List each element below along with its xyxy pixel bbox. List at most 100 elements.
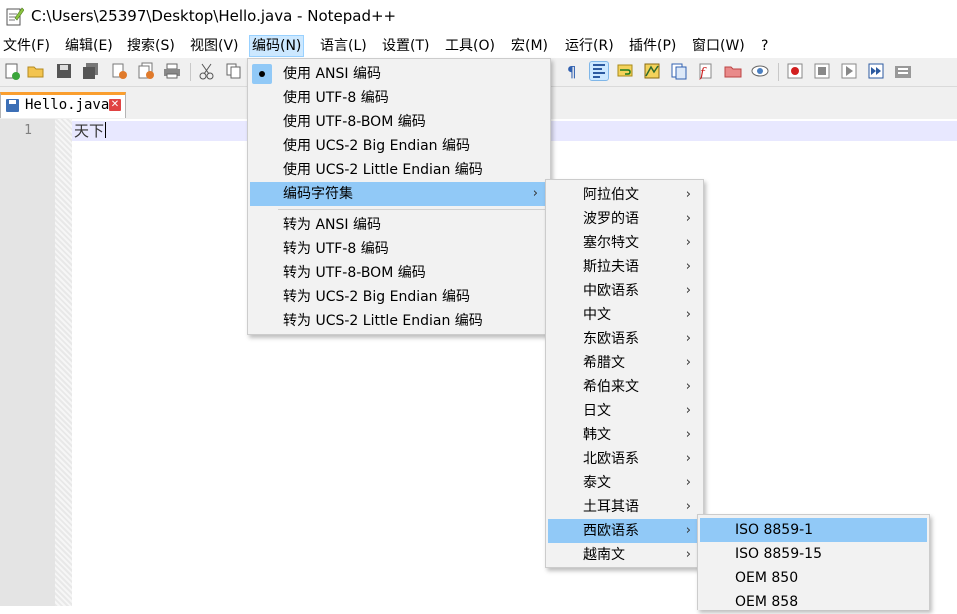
- menu-item-use-utf8-bom[interactable]: 使用 UTF-8-BOM 编码: [250, 110, 548, 134]
- selected-bullet-icon: [252, 64, 272, 84]
- menu-item-label: ISO 8859-1: [735, 522, 814, 538]
- toolbar-separator: [778, 63, 779, 81]
- menu-item-label: 斯拉夫语: [583, 259, 639, 275]
- submenu-arrow-icon: ›: [685, 427, 691, 442]
- menu-item-label: OEM 850: [735, 570, 799, 586]
- menu-window[interactable]: 窗口(W): [690, 36, 747, 56]
- charset-north-european[interactable]: 北欧语系 ›: [548, 447, 701, 471]
- submenu-arrow-icon: ›: [685, 187, 691, 202]
- show-all-characters-icon[interactable]: ¶: [563, 62, 581, 80]
- submenu-arrow-icon: ›: [685, 451, 691, 466]
- charset-korean[interactable]: 韩文 ›: [548, 423, 701, 447]
- window-title: C:\Users\25397\Desktop\Hello.java - Note…: [31, 7, 397, 25]
- encoding-iso-8859-1[interactable]: ISO 8859-1: [700, 518, 927, 542]
- close-icon[interactable]: [110, 62, 128, 80]
- menu-item-convert-utf8[interactable]: 转为 UTF-8 编码: [250, 237, 548, 261]
- charset-celtic[interactable]: 塞尔特文 ›: [548, 231, 701, 255]
- menu-search[interactable]: 搜索(S): [125, 36, 177, 56]
- menu-item-label: 希伯来文: [583, 379, 639, 395]
- menu-language[interactable]: 语言(L): [318, 36, 369, 56]
- charset-central-european[interactable]: 中欧语系 ›: [548, 279, 701, 303]
- editor-line[interactable]: 天下: [74, 121, 107, 141]
- stop-macro-icon[interactable]: [813, 62, 831, 80]
- monitoring-icon[interactable]: [751, 62, 769, 80]
- menu-item-convert-ansi[interactable]: 转为 ANSI 编码: [250, 213, 548, 237]
- encoding-oem-858[interactable]: OEM 858: [700, 590, 927, 614]
- run-macro-multiple-icon[interactable]: [867, 62, 885, 80]
- menu-edit[interactable]: 编辑(E): [63, 36, 115, 56]
- open-file-icon[interactable]: [27, 62, 45, 80]
- charset-eastern-european[interactable]: 东欧语系 ›: [548, 327, 701, 351]
- menu-item-use-ucs2-be[interactable]: 使用 UCS-2 Big Endian 编码: [250, 134, 548, 158]
- submenu-arrow-icon: ›: [685, 499, 691, 514]
- function-list-icon[interactable]: [670, 62, 688, 80]
- charset-arabic[interactable]: 阿拉伯文 ›: [548, 183, 701, 207]
- cut-icon[interactable]: [198, 62, 216, 80]
- menu-item-label: 土耳其语: [583, 499, 639, 515]
- menu-item-use-ansi[interactable]: 使用 ANSI 编码: [250, 62, 548, 86]
- charset-baltic[interactable]: 波罗的语 ›: [548, 207, 701, 231]
- submenu-arrow-icon: ›: [685, 331, 691, 346]
- title-bar: C:\Users\25397\Desktop\Hello.java - Note…: [0, 0, 957, 34]
- menu-item-convert-ucs2-le[interactable]: 转为 UCS-2 Little Endian 编码: [250, 309, 548, 333]
- close-all-icon[interactable]: [137, 62, 155, 80]
- charset-cyrillic[interactable]: 斯拉夫语 ›: [548, 255, 701, 279]
- charset-western-european[interactable]: 西欧语系 ›: [548, 519, 701, 543]
- text-caret: [105, 122, 107, 138]
- character-set-submenu: 阿拉伯文 › 波罗的语 › 塞尔特文 › 斯拉夫语 › 中欧语系 › 中文 › 东欧语系 › …: [545, 179, 704, 568]
- menu-item-label: 使用 ANSI 编码: [283, 66, 381, 82]
- tab-hello-java[interactable]: Hello.java ✕: [0, 92, 126, 118]
- menu-item-character-sets[interactable]: 编码字符集 ›: [250, 182, 548, 206]
- encoding-menu: 使用 ANSI 编码 使用 UTF-8 编码 使用 UTF-8-BOM 编码 使…: [247, 58, 551, 335]
- line-number-gutter: 1: [0, 119, 55, 606]
- menu-run[interactable]: 运行(R): [563, 36, 616, 56]
- menu-item-use-utf8[interactable]: 使用 UTF-8 编码: [250, 86, 548, 110]
- copy-icon[interactable]: [225, 62, 243, 80]
- encoding-oem-850[interactable]: OEM 850: [700, 566, 927, 590]
- menu-macro[interactable]: 宏(M): [509, 36, 550, 56]
- menu-item-use-ucs2-le[interactable]: 使用 UCS-2 Little Endian 编码: [250, 158, 548, 182]
- submenu-arrow-icon: ›: [532, 186, 538, 201]
- menu-item-label: 转为 UCS-2 Little Endian 编码: [283, 313, 483, 329]
- fold-margin[interactable]: [55, 119, 72, 606]
- submenu-arrow-icon: ›: [685, 523, 691, 538]
- charset-thai[interactable]: 泰文 ›: [548, 471, 701, 495]
- menu-view[interactable]: 视图(V): [188, 36, 241, 56]
- charset-chinese[interactable]: 中文 ›: [548, 303, 701, 327]
- save-all-icon[interactable]: [82, 62, 100, 80]
- record-macro-icon[interactable]: [786, 62, 804, 80]
- save-macro-icon[interactable]: [894, 62, 912, 80]
- charset-hebrew[interactable]: 希伯来文 ›: [548, 375, 701, 399]
- encoding-iso-8859-15[interactable]: ISO 8859-15: [700, 542, 927, 566]
- folder-icon[interactable]: [724, 62, 742, 80]
- menu-file[interactable]: 文件(F): [1, 36, 52, 56]
- charset-japanese[interactable]: 日文 ›: [548, 399, 701, 423]
- submenu-arrow-icon: ›: [685, 403, 691, 418]
- charset-greek[interactable]: 希腊文 ›: [548, 351, 701, 375]
- menu-plugins[interactable]: 插件(P): [627, 36, 678, 56]
- menu-item-convert-ucs2-be[interactable]: 转为 UCS-2 Big Endian 编码: [250, 285, 548, 309]
- menu-item-label: 转为 UCS-2 Big Endian 编码: [283, 289, 470, 305]
- menu-item-label: OEM 858: [735, 594, 799, 610]
- tab-close-icon[interactable]: ✕: [109, 99, 121, 111]
- menu-item-label: 编码字符集: [283, 186, 353, 202]
- print-icon[interactable]: [163, 62, 181, 80]
- play-macro-icon[interactable]: [840, 62, 858, 80]
- menu-tools[interactable]: 工具(O): [443, 36, 497, 56]
- indent-guide-icon[interactable]: [589, 61, 609, 81]
- menu-settings[interactable]: 设置(T): [380, 36, 431, 56]
- folder-as-workspace-icon[interactable]: f: [697, 62, 715, 80]
- menu-encoding[interactable]: 编码(N): [249, 35, 305, 57]
- menu-help[interactable]: ?: [759, 36, 770, 56]
- submenu-arrow-icon: ›: [685, 475, 691, 490]
- word-wrap-icon[interactable]: [616, 62, 634, 80]
- charset-vietnamese[interactable]: 越南文 ›: [548, 543, 701, 567]
- new-file-icon[interactable]: [3, 62, 21, 80]
- menu-item-label: 使用 UCS-2 Big Endian 编码: [283, 138, 470, 154]
- submenu-arrow-icon: ›: [685, 355, 691, 370]
- menu-item-convert-utf8-bom[interactable]: 转为 UTF-8-BOM 编码: [250, 261, 548, 285]
- submenu-arrow-icon: ›: [685, 283, 691, 298]
- charset-turkish[interactable]: 土耳其语 ›: [548, 495, 701, 519]
- document-map-icon[interactable]: [643, 62, 661, 80]
- save-icon[interactable]: [55, 62, 73, 80]
